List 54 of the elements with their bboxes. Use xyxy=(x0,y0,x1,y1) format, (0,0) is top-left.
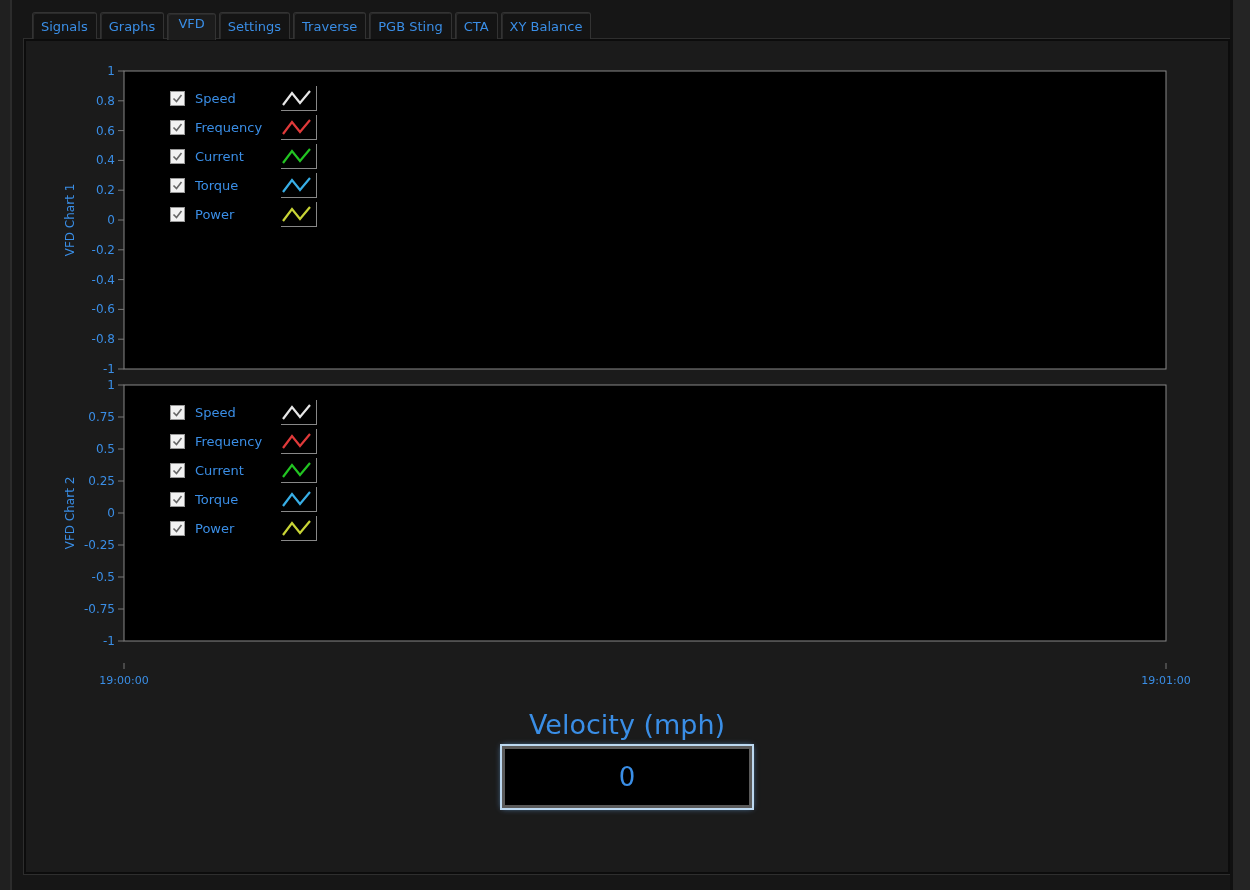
legend-label: Speed xyxy=(195,90,237,106)
y-tick-label: -0.2 xyxy=(91,242,115,257)
y-tick-label: -1 xyxy=(103,362,115,376)
x-tick-label: 19:00:00 xyxy=(99,674,149,687)
y-tick-label: -0.6 xyxy=(91,302,115,317)
y-axis-label: VFD Chart 2 xyxy=(63,476,77,550)
line-style-icon[interactable] xyxy=(281,172,317,198)
y-tick-label: 0.2 xyxy=(95,183,115,198)
y-tick-label: 0 xyxy=(107,506,115,520)
legend-label: Current xyxy=(195,462,245,478)
legend-label: Torque xyxy=(195,177,240,193)
line-style-icon[interactable] xyxy=(281,143,317,169)
y-tick-label: -1 xyxy=(103,634,115,648)
tab[interactable]: CTA xyxy=(454,12,498,39)
legend-label: Torque xyxy=(195,491,240,507)
line-style-icon[interactable] xyxy=(281,201,317,227)
y-tick-label: 0.6 xyxy=(95,123,115,138)
line-style-icon[interactable] xyxy=(281,515,317,541)
y-tick-label: 1 xyxy=(107,64,115,78)
line-style-icon[interactable] xyxy=(281,457,317,483)
line-style-icon[interactable] xyxy=(281,399,317,425)
tab[interactable]: XY Balance xyxy=(500,12,592,39)
legend-label: Speed xyxy=(195,404,237,420)
line-style-icon[interactable] xyxy=(281,428,317,454)
y-tick-label: 0.25 xyxy=(88,474,115,488)
velocity-label: Velocity (mph) xyxy=(528,709,726,740)
y-tick-label: 0.5 xyxy=(95,442,115,456)
tab[interactable]: PGB Sting xyxy=(369,12,452,39)
velocity-display: 0 xyxy=(502,746,752,808)
legend-label: Frequency xyxy=(195,119,264,135)
tab[interactable]: Settings xyxy=(218,12,291,39)
legend-label: Power xyxy=(195,206,236,222)
y-tick-label: -0.75 xyxy=(83,602,115,616)
legend-label: Frequency xyxy=(195,433,264,449)
y-axis-label: VFD Chart 1 xyxy=(63,183,77,257)
tab[interactable]: Signals xyxy=(32,12,97,39)
y-tick-label: 0.8 xyxy=(95,93,115,108)
line-style-icon[interactable] xyxy=(281,114,317,140)
y-tick-label: -0.8 xyxy=(91,332,115,347)
y-tick-label: -0.4 xyxy=(91,272,115,287)
tab[interactable]: Traverse xyxy=(293,12,367,39)
line-style-icon[interactable] xyxy=(281,486,317,512)
y-tick-label: -0.25 xyxy=(83,538,115,552)
y-tick-label: -0.5 xyxy=(91,570,115,584)
line-style-icon[interactable] xyxy=(281,85,317,111)
tab[interactable]: VFD xyxy=(167,13,216,40)
y-tick-label: 1 xyxy=(107,379,115,392)
tab[interactable]: Graphs xyxy=(99,12,165,39)
legend-label: Power xyxy=(195,520,236,536)
y-tick-label: 0.75 xyxy=(88,410,115,424)
y-tick-label: 0 xyxy=(107,213,115,227)
legend-label: Current xyxy=(195,148,245,164)
x-tick-label: 19:01:00 xyxy=(1141,674,1191,687)
y-tick-label: 0.4 xyxy=(95,153,115,168)
